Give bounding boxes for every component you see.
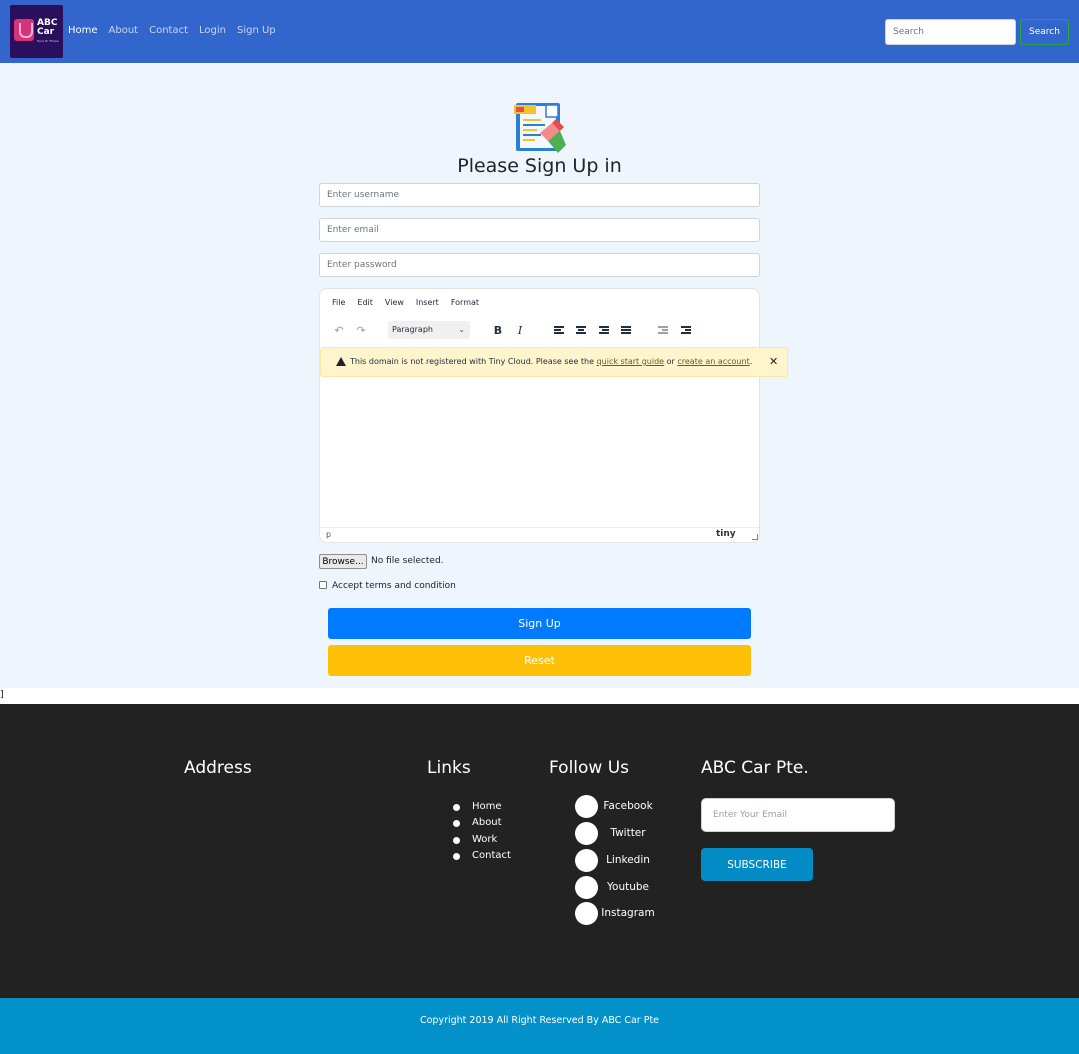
newsletter-email-input[interactable] [701,798,895,832]
links-heading: Links [427,758,471,778]
footer-links-list: Home About Work Contact [452,800,511,865]
social-label-instagram: Instagram [601,907,655,919]
page-title: Please Sign Up in [457,155,622,177]
align-center-icon[interactable] [574,319,588,341]
nav-link-signup[interactable]: Sign Up [237,25,276,36]
social-label-linkedin: Linkedin [606,854,650,866]
align-left-icon[interactable] [552,319,566,341]
reset-button[interactable]: Reset [328,645,751,676]
menu-edit[interactable]: Edit [357,298,373,307]
warning-end: . [749,357,753,366]
warning-message: This domain is not registered with Tiny … [350,357,752,366]
quick-start-link[interactable]: quick start guide [597,357,665,366]
footer-link-about[interactable]: About [452,816,511,832]
username-input[interactable] [319,183,760,207]
tiny-brand-logo[interactable]: tiny [716,529,736,539]
nav-link-about[interactable]: About [109,25,139,36]
footer-link-home[interactable]: Home [452,800,511,816]
indent-icon[interactable] [679,319,693,341]
footer-link-contact[interactable]: Contact [452,849,511,865]
domain-warning-banner: This domain is not registered with Tiny … [320,347,788,377]
search-button[interactable]: Search [1020,19,1069,45]
navbar: ABC Car Tune To Thrive Home About Contac… [0,0,1079,63]
italic-icon[interactable]: I [513,319,527,341]
nav-link-home[interactable]: Home [68,25,98,36]
address-heading: Address [184,758,252,778]
editor-menubar: File Edit View Insert Format [332,298,479,307]
file-status-label: No file selected. [371,556,444,566]
brand-logo[interactable]: ABC Car Tune To Thrive [10,5,63,58]
undo-icon[interactable]: ↶ [332,319,346,341]
editor-toolbar: ↶ ↷ Paragraph ⌄ B I [320,319,759,341]
editor-statusbar: p tiny [320,527,759,543]
element-path[interactable]: p [326,530,331,539]
footer [0,704,1079,998]
email-input[interactable] [319,218,760,242]
stray-text: ] [0,690,4,700]
align-right-icon[interactable] [597,319,611,341]
nav-links: Home About Contact Login Sign Up [68,25,276,36]
redo-icon[interactable]: ↷ [354,319,368,341]
nav-link-login[interactable]: Login [199,25,226,36]
company-heading: ABC Car Pte. [701,758,809,778]
block-format-select[interactable]: Paragraph ⌄ [388,321,470,339]
create-account-link[interactable]: create an account [677,357,749,366]
social-label-facebook: Facebook [603,800,653,812]
warning-or: or [666,357,675,366]
logo-tagline: Tune To Thrive [37,39,59,43]
social-label-twitter: Twitter [610,827,646,839]
bold-icon[interactable]: B [491,319,505,341]
warning-icon [336,357,346,366]
close-icon[interactable]: ✕ [769,355,778,368]
menu-format[interactable]: Format [451,298,479,307]
copyright-bar [0,998,1079,1054]
terms-label[interactable]: Accept terms and condition [332,581,456,591]
menu-insert[interactable]: Insert [416,298,439,307]
follow-heading: Follow Us [549,758,630,778]
subscribe-button[interactable]: SUBSCRIBE [701,848,813,881]
social-label-youtube: Youtube [607,881,649,893]
copyright-text: Copyright 2019 All Right Reserved By ABC… [419,1015,660,1026]
footer-link-work[interactable]: Work [452,833,511,849]
logo-text-line2: Car [37,27,55,37]
resize-handle-icon[interactable] [752,534,758,540]
menu-view[interactable]: View [385,298,404,307]
password-input[interactable] [319,253,760,277]
outdent-icon[interactable] [656,319,670,341]
form-edit-icon [514,103,566,153]
align-justify-icon[interactable] [619,319,633,341]
logo-mark-icon [14,19,34,41]
nav-link-contact[interactable]: Contact [149,25,188,36]
browse-button[interactable]: Browse... [319,554,367,569]
rich-text-editor: File Edit View Insert Format ↶ ↷ Paragra… [319,288,788,543]
warning-text: This domain is not registered with Tiny … [350,357,595,366]
terms-checkbox[interactable] [319,581,327,589]
menu-file[interactable]: File [332,298,345,307]
chevron-down-icon: ⌄ [458,325,465,334]
block-format-value: Paragraph [392,325,433,334]
search-input[interactable] [885,19,1016,45]
signup-button[interactable]: Sign Up [328,608,751,639]
